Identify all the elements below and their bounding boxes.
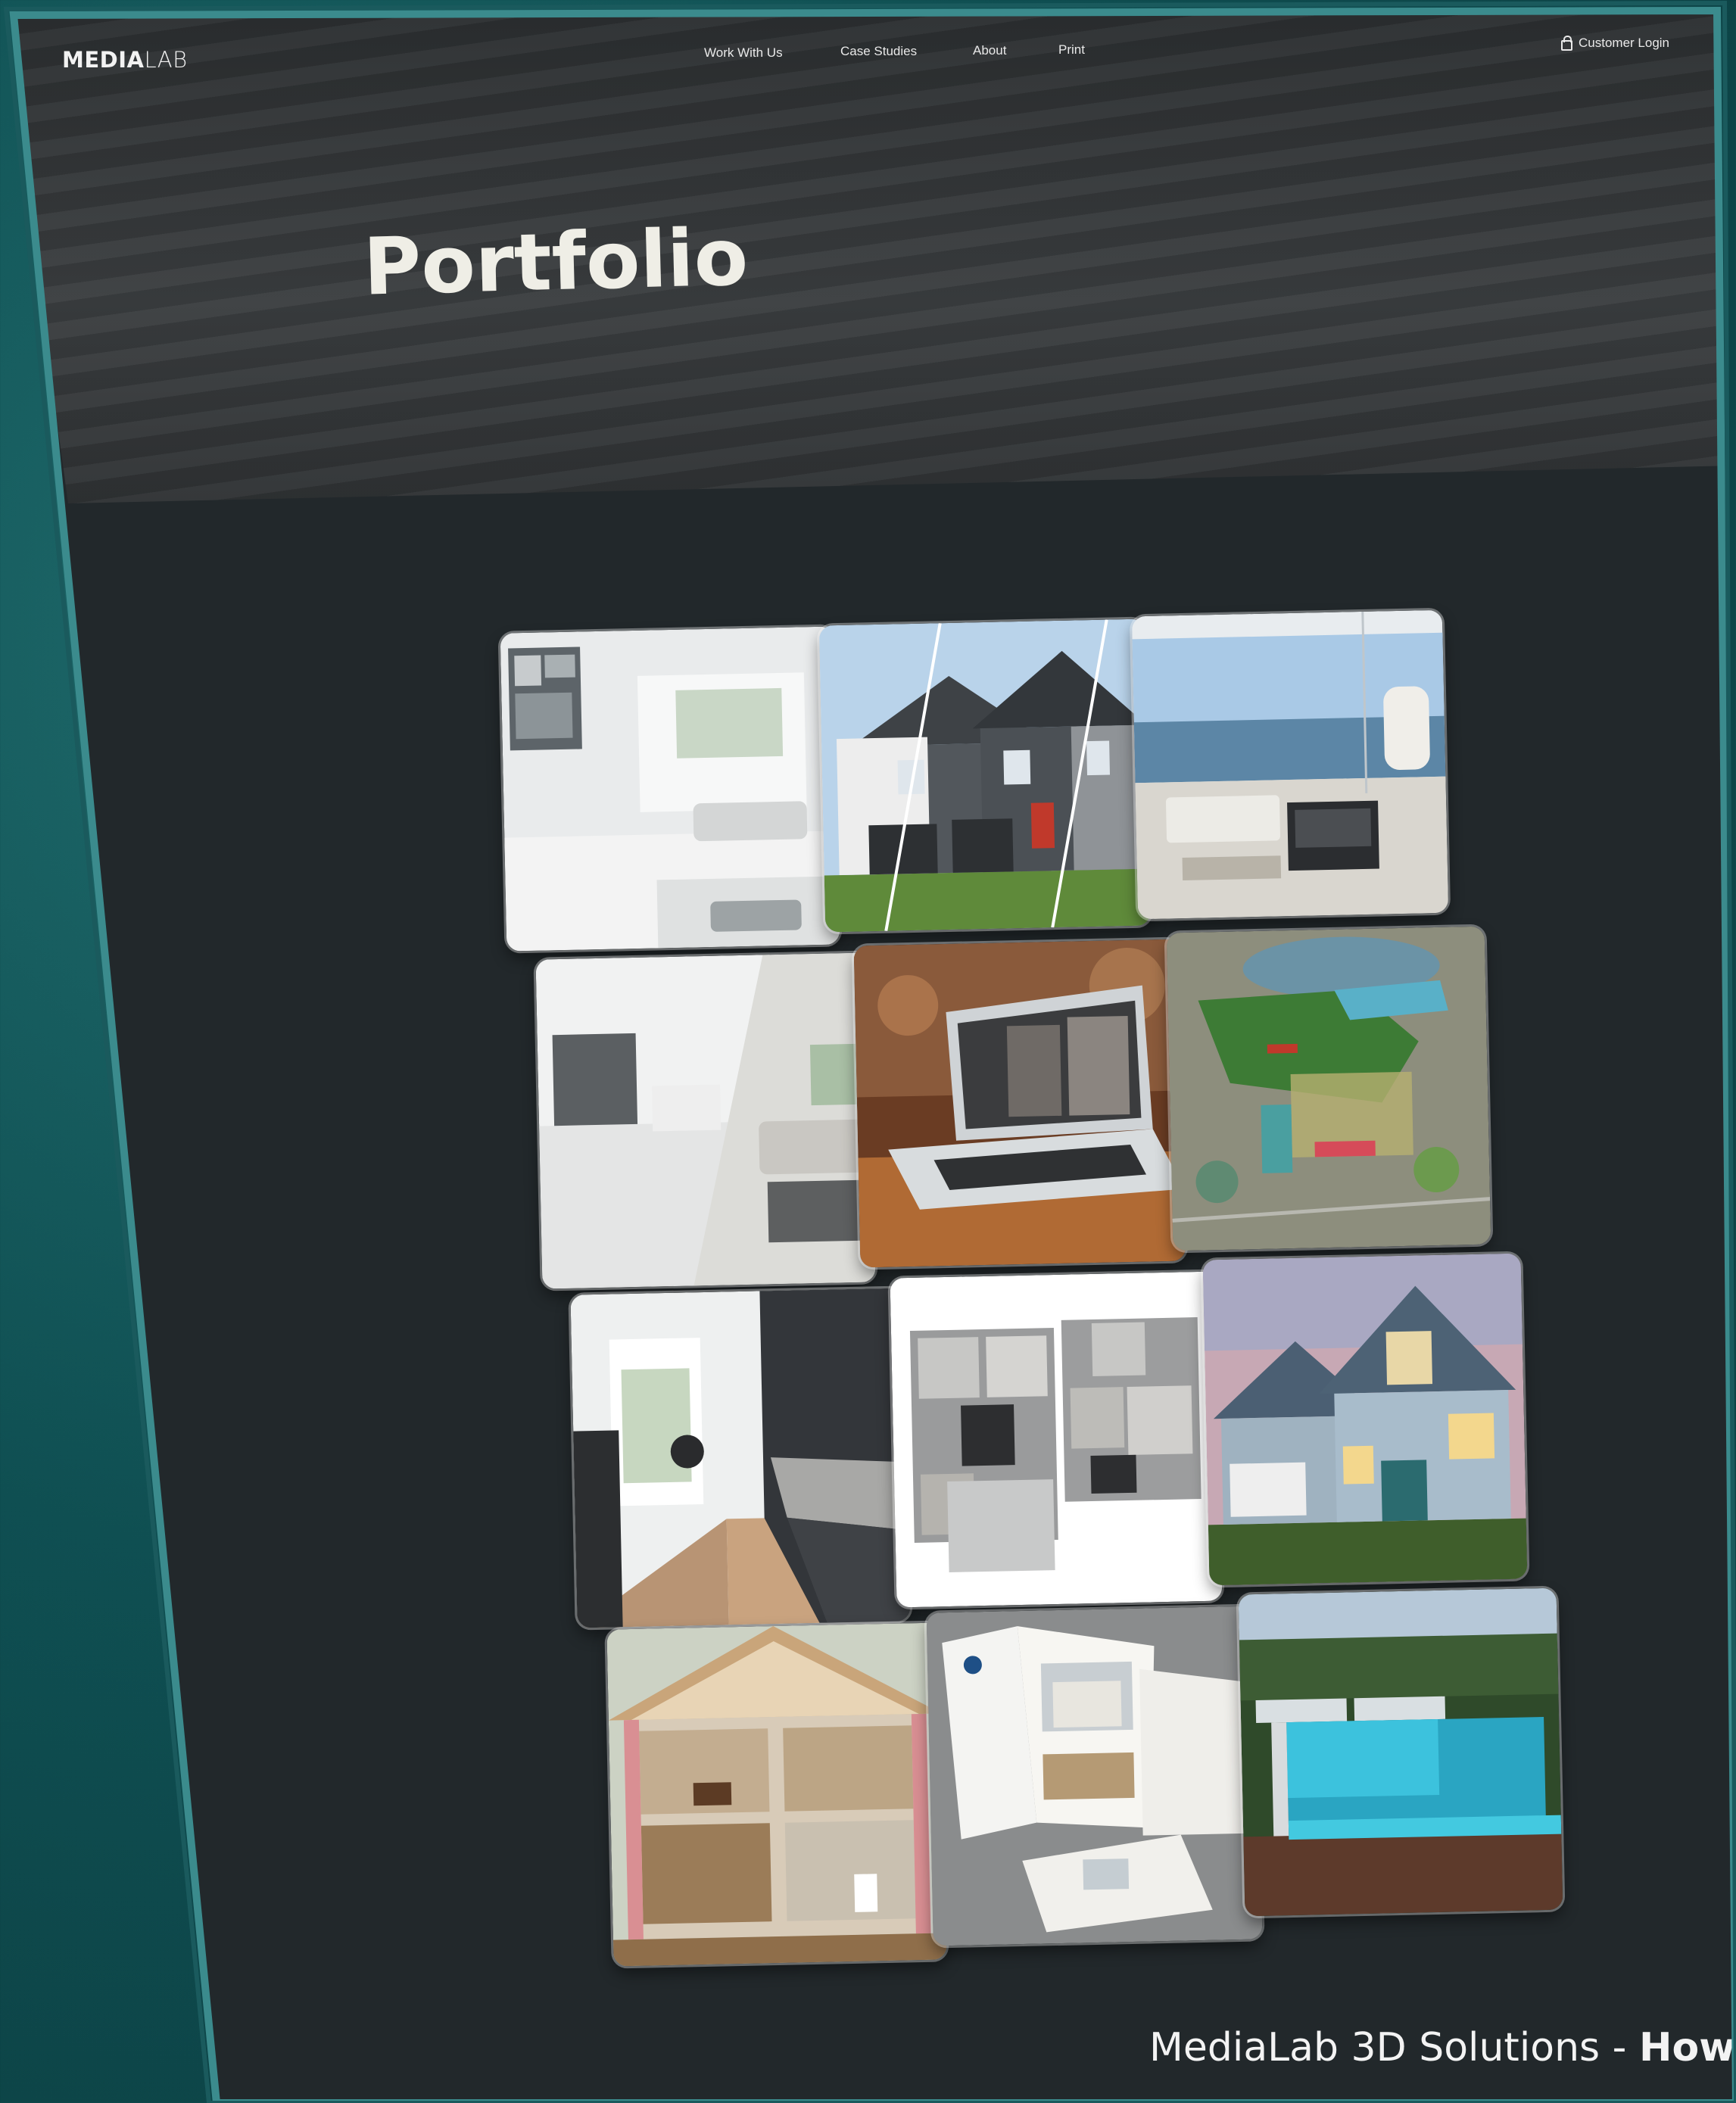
pool-rendering-image[interactable]	[1238, 1587, 1563, 1917]
3d-floor-plan-image[interactable]	[890, 1271, 1223, 1608]
community-site-map-image[interactable]	[1166, 926, 1491, 1251]
exterior-color-options-image[interactable]	[818, 618, 1152, 933]
laptop-virtual-tour-image[interactable]	[853, 939, 1186, 1268]
brochure-print-image[interactable]	[926, 1606, 1263, 1946]
video-caption: MediaLab 3D Solutions - How w	[1149, 2025, 1736, 2070]
caption-light: MediaLab 3D Solutions -	[1149, 2025, 1639, 2070]
exterior-rendering-image[interactable]	[1202, 1253, 1528, 1586]
home-cutaway-image[interactable]	[606, 1622, 947, 1967]
website-screen: MEDIALAB Work With Us Case Studies About…	[14, 11, 1736, 2103]
caption-bold: How w	[1638, 2025, 1736, 2070]
kitchen-interior-image[interactable]	[570, 1288, 911, 1628]
staged-interior-image[interactable]	[535, 952, 876, 1289]
ocean-view-living-room-image[interactable]	[1131, 609, 1449, 920]
virtual-tour-living-room-image[interactable]	[500, 626, 840, 952]
device-mockup: MEDIALAB Work With Us Case Studies About…	[0, 0, 1736, 2103]
portfolio-grid	[14, 11, 1736, 2103]
